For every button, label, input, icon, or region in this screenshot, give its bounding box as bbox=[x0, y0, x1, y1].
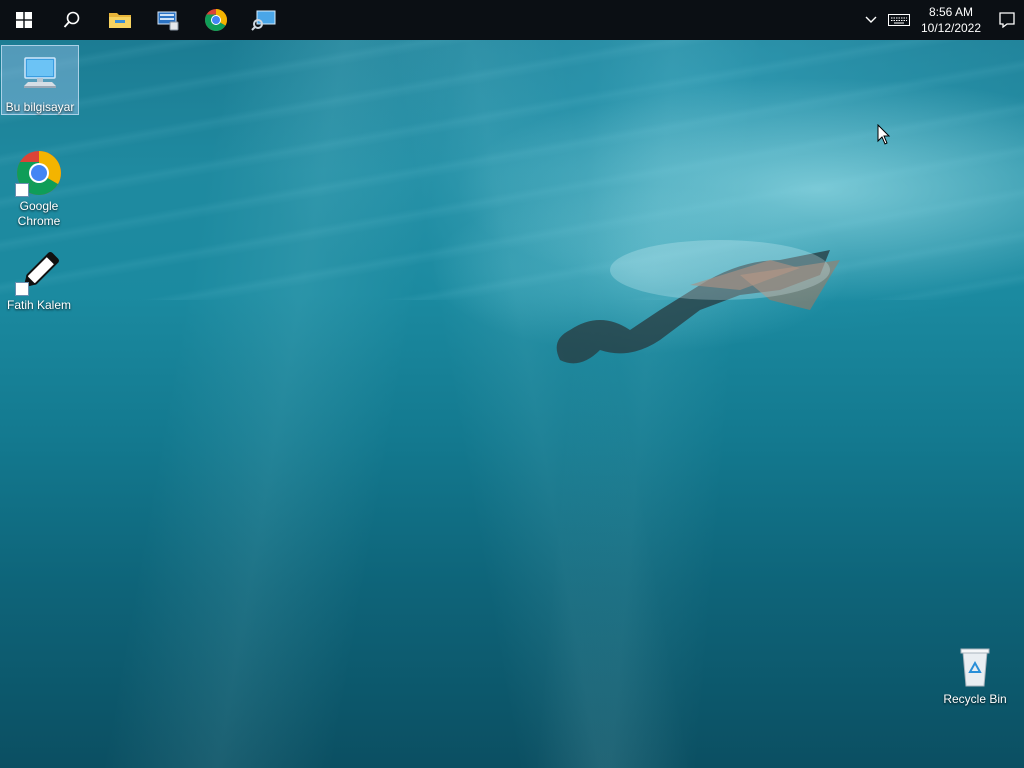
file-explorer-button[interactable] bbox=[96, 0, 144, 40]
action-center-icon bbox=[999, 12, 1015, 28]
network-monitor-button[interactable] bbox=[240, 0, 288, 40]
start-button[interactable] bbox=[0, 0, 48, 40]
chrome-taskbar-button[interactable] bbox=[192, 0, 240, 40]
mouse-cursor-icon bbox=[877, 124, 891, 145]
taskbar: 8:56 AM 10/12/2022 bbox=[0, 0, 1024, 40]
desktop-icon-label: Google Chrome bbox=[17, 199, 61, 228]
chrome-icon bbox=[15, 149, 63, 197]
show-hidden-icons-button[interactable] bbox=[860, 0, 882, 40]
chrome-icon bbox=[205, 9, 227, 31]
folder-icon bbox=[109, 13, 131, 28]
computer-icon bbox=[16, 50, 64, 98]
search-button[interactable] bbox=[48, 0, 96, 40]
pen-icon bbox=[15, 248, 63, 296]
desktop-icon-label: Recycle Bin bbox=[943, 692, 1007, 706]
wallpaper-light-rays bbox=[0, 40, 1024, 768]
action-center-button[interactable] bbox=[990, 0, 1024, 40]
network-monitor-icon bbox=[251, 10, 276, 31]
wallpaper-diver-image bbox=[556, 240, 840, 364]
chevron-up-icon bbox=[865, 16, 877, 23]
server-manager-icon bbox=[157, 11, 179, 31]
recycle-bin-icon bbox=[951, 642, 999, 690]
system-tray: 8:56 AM 10/12/2022 bbox=[860, 0, 1024, 40]
windows-logo-icon bbox=[16, 12, 32, 28]
shortcut-arrow-icon bbox=[15, 183, 29, 197]
clock-time: 8:56 AM bbox=[928, 5, 974, 19]
desktop-icon-label: Bu bilgisayar bbox=[5, 100, 75, 114]
server-manager-button[interactable] bbox=[144, 0, 192, 40]
desktop-background[interactable] bbox=[0, 40, 1024, 768]
shortcut-arrow-icon bbox=[15, 282, 29, 296]
desktop-icon-recycle-bin[interactable]: Recycle Bin bbox=[937, 638, 1013, 707]
desktop-icon-label: Fatih Kalem bbox=[6, 298, 72, 312]
taskbar-clock[interactable]: 8:56 AM 10/12/2022 bbox=[916, 0, 986, 40]
desktop-icon-this-pc[interactable]: Bu bilgisayar bbox=[1, 45, 79, 115]
search-icon bbox=[63, 11, 80, 28]
clock-date: 10/12/2022 bbox=[920, 21, 982, 35]
desktop-icon-google-chrome[interactable]: Google Chrome bbox=[1, 145, 77, 229]
touch-keyboard-button[interactable] bbox=[882, 0, 916, 40]
desktop-icon-fatih-kalem[interactable]: Fatih Kalem bbox=[1, 244, 77, 313]
keyboard-icon bbox=[888, 14, 910, 26]
